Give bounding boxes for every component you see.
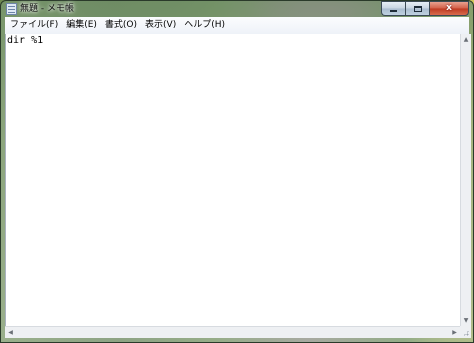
minimize-button[interactable] [381,1,405,16]
chevron-down-icon[interactable]: ▼ [461,315,471,326]
menu-bar: ファイル(F) 編集(E) 書式(O) 表示(V) ヘルプ(H) [5,17,469,35]
menu-file[interactable]: ファイル(F) [7,18,61,33]
maximize-icon [413,5,422,12]
minimize-icon [390,10,397,12]
window-title: 無題 - メモ帳 [20,4,74,14]
text-editor[interactable]: dir %1 [5,34,460,326]
title-bar[interactable]: 無題 - メモ帳 x [1,1,473,17]
editor-content[interactable]: dir %1 [7,35,43,47]
menu-edit[interactable]: 編集(E) [63,18,100,33]
chevron-right-icon[interactable]: ▶ [449,327,460,338]
vertical-scrollbar[interactable]: ▲ ▼ [460,34,471,326]
notepad-window: 無題 - メモ帳 x ファイル(F) 編集(E) 書式(O) 表示(V) ヘルプ… [0,0,474,343]
close-button[interactable]: x [429,1,469,16]
close-icon: x [446,3,452,13]
maximize-button[interactable] [405,1,429,16]
caption-buttons: x [381,1,469,16]
chevron-left-icon[interactable]: ◀ [5,327,16,338]
menu-view[interactable]: 表示(V) [142,18,179,33]
menu-format[interactable]: 書式(O) [102,18,140,33]
horizontal-scrollbar[interactable]: ◀ ▶ [5,326,460,338]
notepad-icon[interactable] [6,3,17,15]
chevron-up-icon[interactable]: ▲ [461,34,471,45]
size-grip-icon[interactable] [460,326,471,338]
menu-help[interactable]: ヘルプ(H) [181,18,228,33]
